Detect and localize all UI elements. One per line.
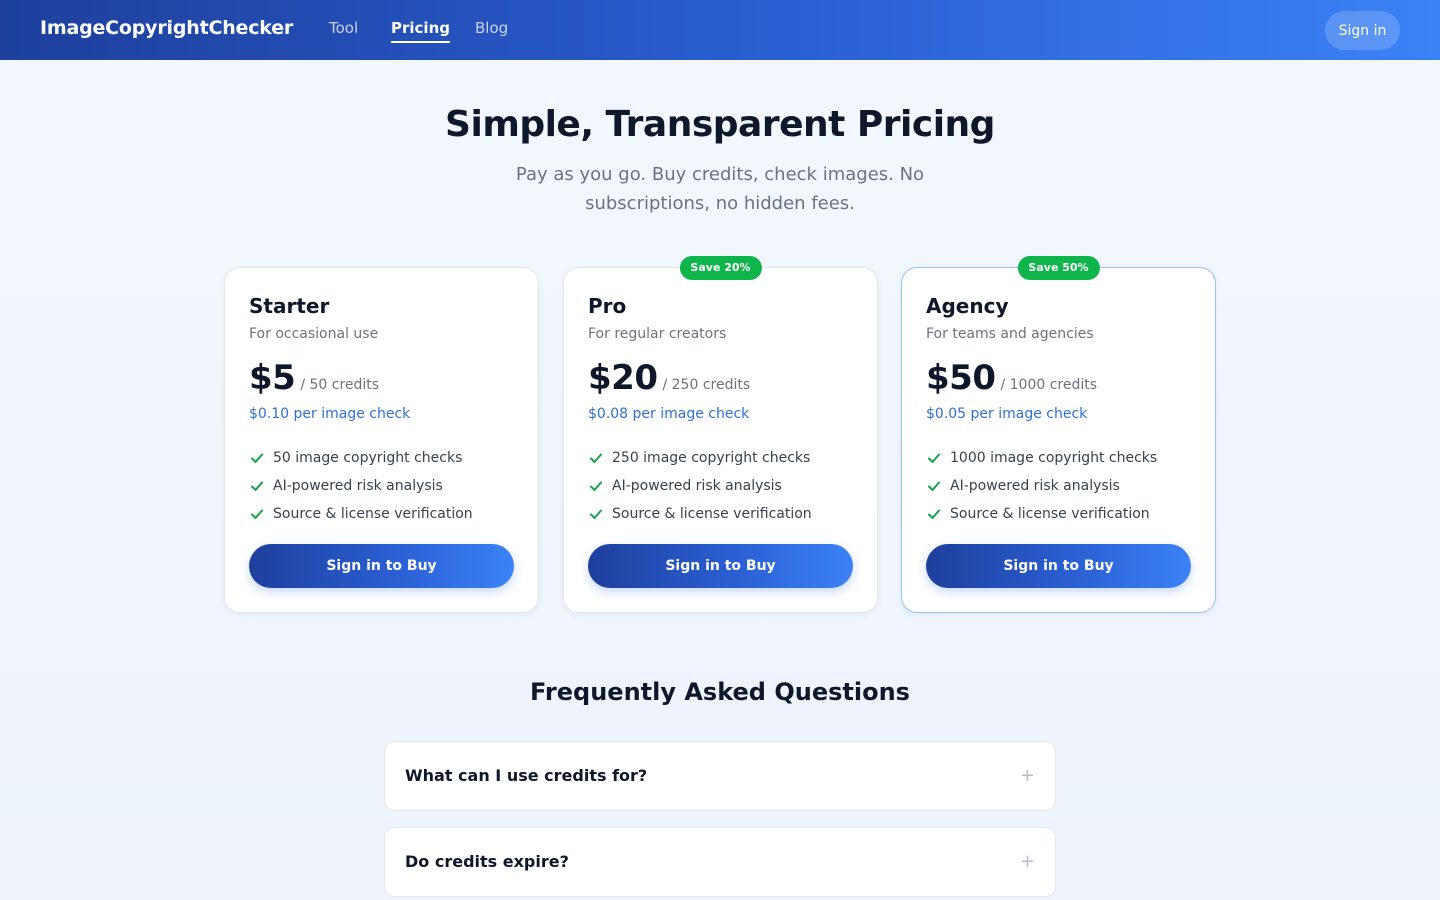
plan-name: Starter xyxy=(249,294,330,318)
nav-link-pricing[interactable]: Pricing xyxy=(391,19,450,43)
feature-item: AI-powered risk analysis xyxy=(926,472,1157,500)
faq-question: Do credits expire? xyxy=(405,852,569,871)
feature-label: AI-powered risk analysis xyxy=(273,478,443,494)
feature-label: 50 image copyright checks xyxy=(273,450,463,466)
buy-button-starter[interactable]: Sign in to Buy xyxy=(249,544,514,588)
feature-label: Source & license verification xyxy=(273,506,473,522)
buy-button-agency[interactable]: Sign in to Buy xyxy=(926,544,1191,588)
expand-plus-icon[interactable]: + xyxy=(1020,852,1035,872)
plan-card-agency: Save 50% Agency For teams and agencies $… xyxy=(901,256,1216,613)
feature-label: Source & license verification xyxy=(612,506,812,522)
plan-credits: / 50 credits xyxy=(300,377,380,393)
feature-item: 250 image copyright checks xyxy=(588,444,812,472)
plan-description: For teams and agencies xyxy=(926,326,1094,342)
faq-item[interactable]: What can I use credits for? + xyxy=(384,741,1056,811)
feature-item: AI-powered risk analysis xyxy=(588,472,812,500)
plan-credits: / 250 credits xyxy=(662,377,751,393)
sign-in-button[interactable]: Sign in xyxy=(1325,11,1400,50)
brand-logo[interactable]: ImageCopyrightChecker xyxy=(40,17,293,39)
plan-card-pro: Save 20% Pro For regular creators $20 / … xyxy=(563,256,878,613)
plan-name: Agency xyxy=(926,294,1009,318)
plan-credits: / 1000 credits xyxy=(1000,377,1098,393)
feature-item: Source & license verification xyxy=(588,500,812,528)
feature-item: AI-powered risk analysis xyxy=(249,472,473,500)
nav-link-blog[interactable]: Blog xyxy=(475,19,508,37)
feature-item: 50 image copyright checks xyxy=(249,444,473,472)
per-check-price: $0.08 per image check xyxy=(588,406,750,422)
check-icon xyxy=(590,509,602,519)
feature-label: 1000 image copyright checks xyxy=(950,450,1158,466)
plan-description: For regular creators xyxy=(588,326,727,342)
price-row: $50 / 1000 credits xyxy=(926,358,1097,398)
check-icon xyxy=(928,453,940,463)
plan-description: For occasional use xyxy=(249,326,379,342)
page-title: Simple, Transparent Pricing xyxy=(445,104,995,145)
plan-price: $5 xyxy=(249,358,296,398)
feature-item: 1000 image copyright checks xyxy=(926,444,1157,472)
check-icon xyxy=(251,481,263,491)
check-icon xyxy=(590,481,602,491)
feature-label: Source & license verification xyxy=(950,506,1150,522)
top-nav-bar: ImageCopyrightChecker Tool Pricing Blog … xyxy=(0,0,1440,60)
faq-item[interactable]: Do credits expire? + xyxy=(384,827,1056,897)
per-check-price: $0.10 per image check xyxy=(249,406,411,422)
check-icon xyxy=(928,481,940,491)
feature-label: AI-powered risk analysis xyxy=(950,478,1120,494)
feature-list: 250 image copyright checks AI-powered ri… xyxy=(588,444,812,528)
per-check-price: $0.05 per image check xyxy=(926,406,1088,422)
expand-plus-icon[interactable]: + xyxy=(1020,766,1035,786)
feature-item: Source & license verification xyxy=(926,500,1157,528)
savings-badge: Save 50% xyxy=(1017,256,1100,280)
price-row: $20 / 250 credits xyxy=(588,358,750,398)
feature-list: 50 image copyright checks AI-powered ris… xyxy=(249,444,473,528)
plan-card-starter: Starter For occasional use $5 / 50 credi… xyxy=(224,267,539,613)
page-subtitle: Pay as you go. Buy credits, check images… xyxy=(515,164,925,214)
feature-list: 1000 image copyright checks AI-powered r… xyxy=(926,444,1157,528)
faq-question: What can I use credits for? xyxy=(405,766,648,785)
faq-title: Frequently Asked Questions xyxy=(530,678,910,706)
feature-label: 250 image copyright checks xyxy=(612,450,811,466)
check-icon xyxy=(251,509,263,519)
feature-item: Source & license verification xyxy=(249,500,473,528)
plan-price: $50 xyxy=(926,358,996,398)
buy-button-pro[interactable]: Sign in to Buy xyxy=(588,544,853,588)
nav-link-tool[interactable]: Tool xyxy=(329,19,358,37)
check-icon xyxy=(251,453,263,463)
plan-price: $20 xyxy=(588,358,658,398)
check-icon xyxy=(590,453,602,463)
feature-label: AI-powered risk analysis xyxy=(612,478,782,494)
savings-badge: Save 20% xyxy=(679,256,762,280)
price-row: $5 / 50 credits xyxy=(249,358,379,398)
plan-name: Pro xyxy=(588,294,627,318)
check-icon xyxy=(928,509,940,519)
